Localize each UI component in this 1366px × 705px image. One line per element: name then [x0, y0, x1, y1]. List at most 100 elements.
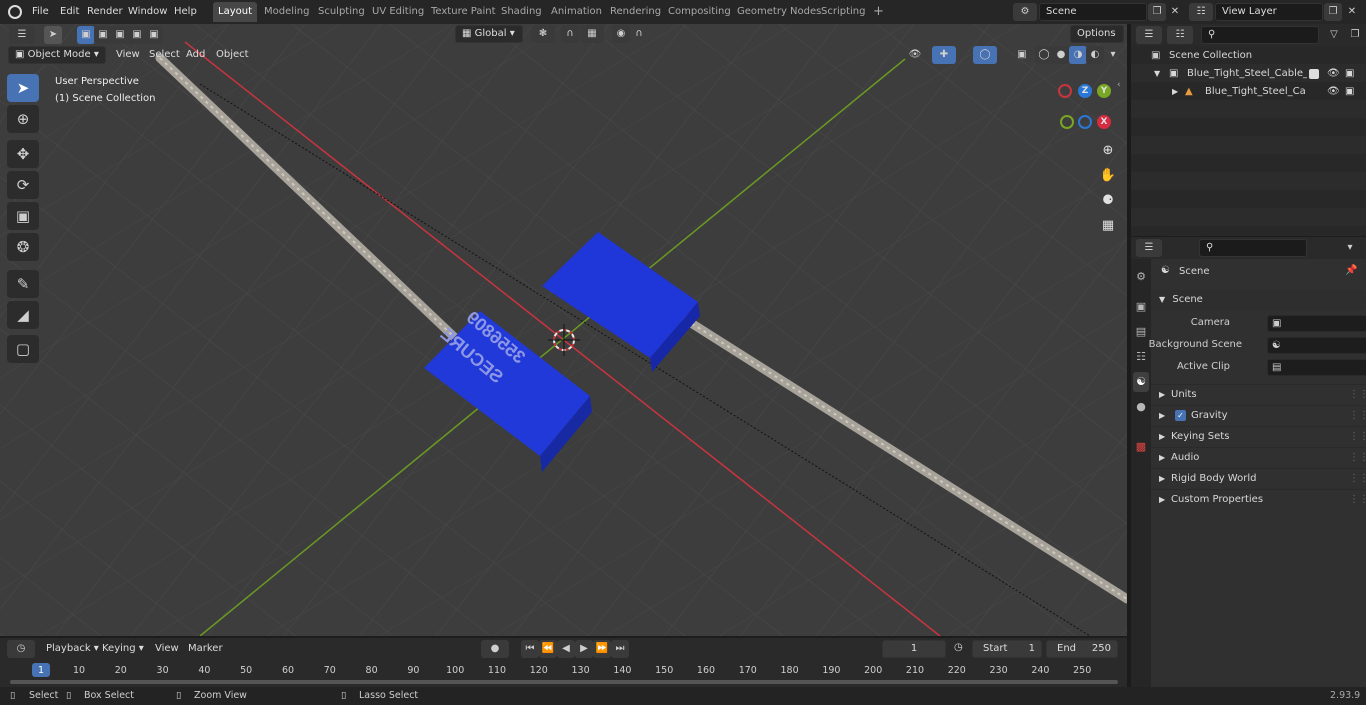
new-collection-icon[interactable]: ❐ [1346, 26, 1364, 44]
tool-tab-icon[interactable]: ⚙ [1133, 267, 1149, 287]
jump-keyframe-forward-icon[interactable]: ⏩ [593, 640, 611, 658]
render-camera-icon[interactable]: ▣ [1345, 83, 1354, 101]
zoom-view-icon[interactable]: ⊕ [1097, 140, 1119, 162]
transform-orientation[interactable]: ▦ Global ▾ [455, 25, 523, 43]
active-clip-field[interactable]: ▤ [1267, 359, 1366, 376]
visibility-icon[interactable]: 👁 [903, 46, 927, 64]
outliner-item-row[interactable]: ▶ ▲ Blue_Tight_Steel_Cable_S 👁 ▣ [1131, 83, 1366, 101]
active-tool-icon[interactable]: ➤ [44, 26, 62, 44]
gizmo-neg-x-icon[interactable] [1058, 84, 1072, 98]
proportional-editing-icon[interactable]: ◉ [612, 25, 630, 43]
move-tool-icon[interactable]: ✥ [7, 140, 39, 168]
rotate-tool-icon[interactable]: ⟳ [7, 171, 39, 199]
solid-shading-icon[interactable]: ● [1052, 46, 1070, 64]
tab-modeling[interactable]: Modeling [259, 2, 315, 22]
menu-edit[interactable]: Edit [56, 3, 83, 21]
cursor-tool-icon[interactable]: ⊕ [7, 105, 39, 133]
wireframe-shading-icon[interactable]: ◯ [1035, 46, 1053, 64]
drag-handle-icon[interactable]: ⋮⋮ [1349, 469, 1366, 489]
menu-render[interactable]: Render [83, 3, 127, 21]
overlay-toggle-icon[interactable]: ◯ [973, 46, 997, 64]
display-mode-icon[interactable]: ☷ [1167, 26, 1193, 44]
add-workspace-button[interactable]: + [868, 2, 889, 22]
viewport-menu-select[interactable]: Select [144, 46, 185, 64]
menu-window[interactable]: Window [124, 3, 171, 21]
timeline-panel[interactable]: ◷ ● ⏮ ⏪ ◀ ▶ ⏩ ⏭ 1 ◷ Start 1 End 250 Play… [0, 638, 1127, 688]
perspective-toggle-icon[interactable]: ▦ [1097, 215, 1119, 237]
panel-units[interactable]: ▶ Units ⋮⋮ [1151, 384, 1366, 404]
gizmo-z-axis-icon[interactable]: Z [1078, 84, 1092, 98]
drag-handle-icon[interactable]: ⋮⋮ [1349, 427, 1366, 447]
viewport-scene[interactable]: SECURE 3556809 [0, 24, 1127, 636]
drag-handle-icon[interactable]: ⋮⋮ [1349, 385, 1366, 405]
gizmo-x-axis-icon[interactable]: X [1097, 115, 1111, 129]
snap-target-icon[interactable]: ▦ [580, 25, 604, 43]
panel-rigid-body-world[interactable]: ▶ Rigid Body World ⋮⋮ [1151, 468, 1366, 488]
pan-view-icon[interactable]: ✋ [1097, 165, 1119, 187]
panel-keying-sets[interactable]: ▶ Keying Sets ⋮⋮ [1151, 426, 1366, 446]
drag-handle-icon[interactable]: ⋮⋮ [1349, 448, 1366, 468]
viewport-menu-object[interactable]: Object [211, 46, 254, 64]
world-tab-icon[interactable]: ● [1133, 397, 1149, 417]
delete-scene-icon[interactable]: ✕ [1166, 3, 1184, 21]
select-mode-buttons[interactable]: ▣ ▣ ▣ ▣ ▣ [77, 26, 163, 44]
new-view-layer-icon[interactable]: ❐ [1324, 3, 1342, 21]
timeline-scrollbar[interactable] [10, 680, 1118, 684]
play-reverse-icon[interactable]: ◀ [557, 640, 575, 658]
panel-gravity[interactable]: ▶ ✓ Gravity ⋮⋮ [1151, 405, 1366, 425]
expand-arrow-icon[interactable]: ▼ [1154, 65, 1160, 83]
select-new-icon[interactable]: ▣ [77, 26, 95, 44]
expand-arrow-icon[interactable]: ▶ [1172, 83, 1178, 101]
view-layer-field[interactable]: View Layer [1215, 3, 1323, 21]
pivot-point-icon[interactable]: ❃ [531, 25, 555, 43]
current-frame-field[interactable]: 1 [882, 640, 946, 658]
select-invert-icon[interactable]: ▣ [128, 26, 146, 44]
use-preview-range-icon[interactable]: ◷ [954, 642, 963, 653]
jump-end-icon[interactable]: ⏭ [611, 640, 629, 658]
end-frame-field[interactable]: End 250 [1046, 640, 1118, 658]
play-icon[interactable]: ▶ [575, 640, 593, 658]
material-shading-icon[interactable]: ◑ [1069, 46, 1087, 64]
record-icon[interactable]: ● [481, 640, 509, 658]
jump-start-icon[interactable]: ⏮ [521, 640, 539, 658]
xray-icon[interactable]: ▣ [1013, 46, 1031, 64]
timeline-menu-playback[interactable]: Playback ▾ [41, 640, 104, 658]
outliner-editor-type-icon[interactable]: ☰ [1136, 26, 1162, 44]
properties-search-input[interactable]: ⚲ [1199, 239, 1307, 257]
panel-custom-properties[interactable]: ▶ Custom Properties ⋮⋮ [1151, 489, 1366, 509]
camera-view-icon[interactable]: ⚈ [1097, 190, 1119, 212]
rendered-shading-icon[interactable]: ◐ [1086, 46, 1104, 64]
visibility-eye-icon[interactable]: 👁 [1327, 83, 1340, 101]
camera-field[interactable]: ▣ [1267, 315, 1366, 332]
jump-keyframe-back-icon[interactable]: ⏪ [539, 640, 557, 658]
sidebar-toggle-icon[interactable]: ‹ [1117, 80, 1121, 90]
properties-panel[interactable]: ☰ ⚲ ▾ ⚙ ▣ ▤ ☷ ☯ ● ▩ ☯ Scene 📌 ▼ Scene Ca… [1131, 237, 1366, 687]
scene-section-header[interactable]: ▼ Scene [1151, 290, 1366, 310]
gizmo-toggle-icon[interactable]: ✚ [932, 46, 956, 64]
tab-uv-editing[interactable]: UV Editing [367, 2, 429, 22]
options-dropdown[interactable]: Options ▾ [1070, 25, 1124, 55]
measure-tool-icon[interactable]: ◢ [7, 301, 39, 329]
transform-tool-icon[interactable]: ❂ [7, 233, 39, 261]
timeline-menu-view[interactable]: View [150, 640, 184, 658]
scene-name-field[interactable]: Scene [1039, 3, 1147, 21]
background-scene-field[interactable]: ☯ [1267, 337, 1366, 354]
start-frame-field[interactable]: Start 1 [972, 640, 1042, 658]
shading-options-icon[interactable]: ▾ [1104, 46, 1122, 64]
delete-view-layer-icon[interactable]: ✕ [1343, 3, 1361, 21]
drag-handle-icon[interactable]: ⋮⋮ [1349, 490, 1366, 510]
tab-scripting[interactable]: Scripting [816, 2, 870, 22]
scene-collection-row[interactable]: ▣ Scene Collection [1131, 47, 1366, 65]
tab-texture-paint[interactable]: Texture Paint [426, 2, 501, 22]
drag-handle-icon[interactable]: ⋮⋮ [1349, 406, 1366, 426]
properties-editor-type-icon[interactable]: ☰ [1136, 239, 1162, 257]
properties-options-icon[interactable]: ▾ [1341, 239, 1359, 257]
add-cube-tool-icon[interactable]: ▢ [7, 335, 39, 363]
timeline-menu-keying[interactable]: Keying ▾ [97, 640, 149, 658]
gizmo-neg-y-icon[interactable] [1060, 115, 1074, 129]
tweak-select-tool-icon[interactable]: ➤ [7, 74, 39, 102]
viewport-menu-add[interactable]: Add [181, 46, 210, 64]
scale-tool-icon[interactable]: ▣ [7, 202, 39, 230]
visibility-eye-icon[interactable]: 👁 [1327, 65, 1340, 83]
include-checkbox-icon[interactable] [1309, 69, 1319, 79]
